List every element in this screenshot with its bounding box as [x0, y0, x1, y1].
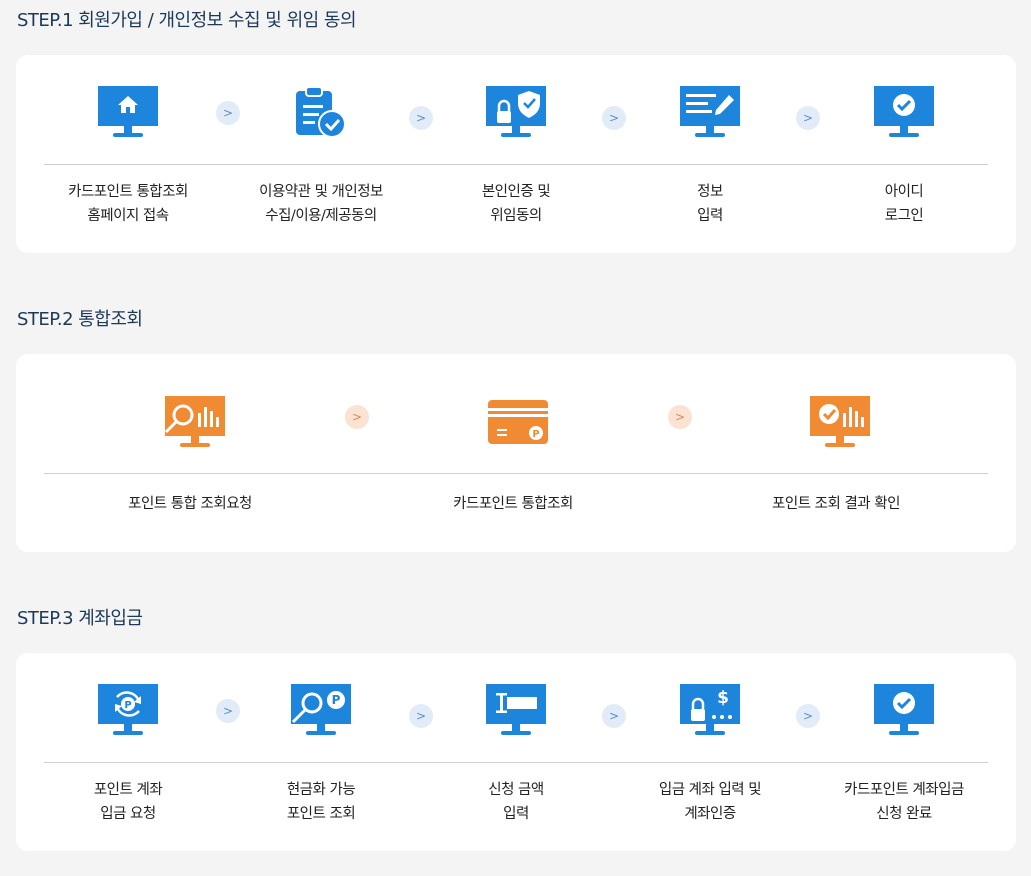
step2-label: 포인트 조회 결과 확인: [772, 496, 900, 512]
step1-label: 아이디 로그인: [884, 184, 924, 224]
step1-label: 정보 입력: [697, 184, 723, 224]
step2-title: STEP.2 통합조회: [17, 309, 143, 330]
divider: [44, 473, 988, 474]
step3-title: STEP.3 계좌입금: [17, 608, 143, 629]
step1-card: > > > > 카드포인트 통합조회 홈페이지 접속 이용약관 및 개인정보 수집/…: [16, 55, 1016, 253]
step3-label: 포인트 계좌 입금 요청: [93, 782, 163, 822]
step-arrow: >: [602, 704, 626, 728]
step1-label: 본인인증 및 위임동의: [481, 184, 551, 224]
search-chart-monitor-icon: [164, 396, 225, 447]
step2-label: 카드포인트 통합조회: [453, 496, 573, 512]
check-chart-monitor-icon: [810, 396, 870, 447]
divider: [44, 164, 988, 165]
step1-label: 카드포인트 통합조회 홈페이지 접속: [68, 184, 188, 224]
point-refresh-monitor-icon: P: [98, 684, 158, 735]
step-arrow: >: [796, 106, 820, 130]
step-arrow: >: [409, 106, 433, 130]
clipboard-check-icon: [296, 86, 346, 138]
step2-card: P > > 포인트 통합 조회요청 카드포인트 통합조회 포인트 조회 결과 확…: [16, 354, 1016, 552]
step-arrow: >: [345, 405, 369, 429]
step-arrow: >: [409, 704, 433, 728]
step3-label: 입금 계좌 입력 및 계좌인증: [658, 782, 762, 822]
step1-title: STEP.1 회원가입 / 개인정보 수집 및 위임 동의: [17, 10, 357, 31]
svg-text:P: P: [332, 693, 341, 707]
input-monitor-icon: [486, 684, 546, 735]
divider: [44, 762, 988, 763]
point-card-icon: P: [488, 400, 548, 444]
step-arrow: >: [796, 704, 820, 728]
svg-text:P: P: [532, 429, 539, 440]
svg-text:$: $: [717, 688, 729, 708]
lock-shield-monitor-icon: [486, 86, 546, 137]
step3-label: 신청 금액 입력: [488, 782, 544, 822]
home-monitor-icon: [98, 86, 158, 137]
edit-form-monitor-icon: [680, 86, 740, 137]
check-monitor-icon: [874, 684, 934, 735]
step3-card: P P $ > > > > 포인트 계좌 입금 요청 현금화 가능 포인트 조회…: [16, 653, 1016, 851]
step3-label: 현금화 가능 포인트 조회: [286, 782, 356, 822]
step-arrow: >: [216, 101, 240, 125]
step-arrow: >: [602, 106, 626, 130]
step1-label: 이용약관 및 개인정보 수집/이용/제공동의: [259, 184, 383, 224]
step-arrow: >: [668, 405, 692, 429]
step3-label: 카드포인트 계좌입금 신청 완료: [844, 782, 964, 822]
step-arrow: >: [216, 699, 240, 723]
step2-label: 포인트 통합 조회요청: [128, 496, 252, 512]
search-point-monitor-icon: P: [291, 684, 351, 735]
svg-text:P: P: [124, 700, 131, 711]
check-monitor-icon: [874, 86, 934, 137]
lock-dollar-monitor-icon: $: [680, 684, 740, 735]
